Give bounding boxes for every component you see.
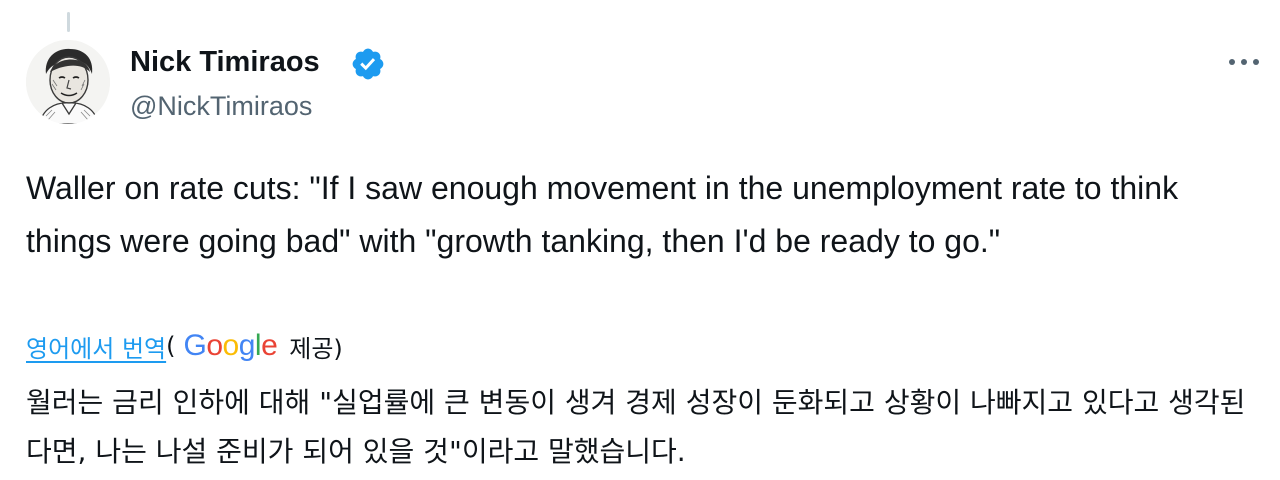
more-options-button[interactable] (1222, 46, 1266, 78)
translated-from-english-link[interactable]: 영어에서 번역 (26, 329, 166, 364)
translated-tweet-text: 월러는 금리 인하에 대해 "실업률에 큰 변동이 생겨 경제 성장이 둔화되고… (26, 386, 1246, 468)
thread-connector-line (67, 12, 70, 32)
more-horizontal-icon (1229, 59, 1259, 65)
provided-by-label: 제공) (289, 334, 343, 363)
google-logo-letter: o (222, 329, 240, 362)
author-display-name[interactable]: Nick Timiraos (130, 44, 320, 80)
tweet-text: Waller on rate cuts: "If I saw enough mo… (26, 170, 1179, 259)
google-logo-letter: o (206, 329, 223, 362)
google-logo-letter: e (261, 329, 278, 362)
open-paren: ( (166, 332, 176, 360)
verified-badge-icon (350, 46, 386, 82)
avatar-portrait-icon (26, 40, 110, 124)
google-logo-letter: g (238, 329, 256, 362)
avatar[interactable] (26, 40, 110, 124)
author-handle[interactable]: @NickTimiraos (130, 88, 312, 124)
tweet-card: Nick Timiraos @NickTimiraos Waller on ra… (0, 0, 1280, 480)
google-logo: Google (183, 326, 277, 366)
translation-attribution: 영어에서 번역 ( Google 제공) (26, 326, 343, 366)
google-logo-letter: G (183, 329, 207, 362)
